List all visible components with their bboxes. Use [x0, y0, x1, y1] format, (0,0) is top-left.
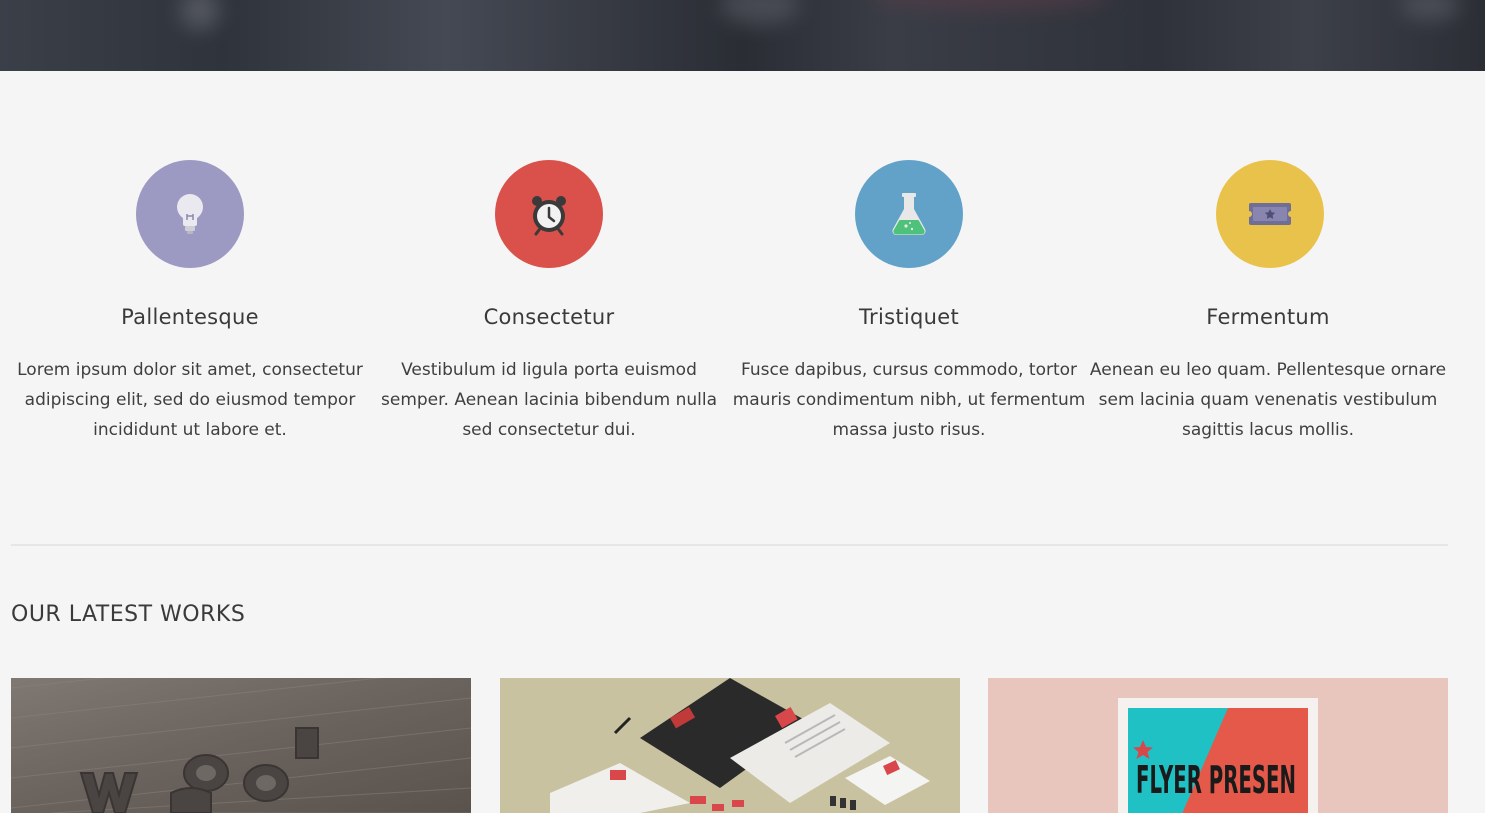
stationery-mockup-photo[interactable] [500, 678, 960, 813]
ticket-icon [1216, 160, 1324, 268]
feature-title: Fermentum [1206, 305, 1330, 329]
wood-letters-photo[interactable] [11, 678, 471, 813]
feature-title: Tristiquet [858, 305, 959, 329]
feature-title: Pallentesque [121, 305, 259, 329]
alarm-clock-icon [495, 160, 603, 268]
feature-description: Lorem ipsum dolor sit amet, consectetur … [17, 360, 363, 440]
lightbulb-icon [136, 160, 244, 268]
latest-works-heading: OUR LATEST WORKS [11, 602, 246, 627]
feature-description: Vestibulum id ligula porta euismod sempe… [381, 360, 717, 440]
feature-description: Fusce dapibus, cursus commodo, tortor ma… [732, 360, 1086, 440]
flyer-mockup-photo[interactable]: FLYER PRESEN [988, 678, 1448, 813]
hero-banner [0, 0, 1485, 71]
flask-icon [855, 160, 963, 268]
section-divider [11, 544, 1448, 546]
flyer-caption: FLYER PRESEN [1136, 758, 1296, 802]
feature-title: Consectetur [483, 305, 615, 329]
feature-description: Aenean eu leo quam. Pellentesque ornare … [1089, 360, 1447, 440]
